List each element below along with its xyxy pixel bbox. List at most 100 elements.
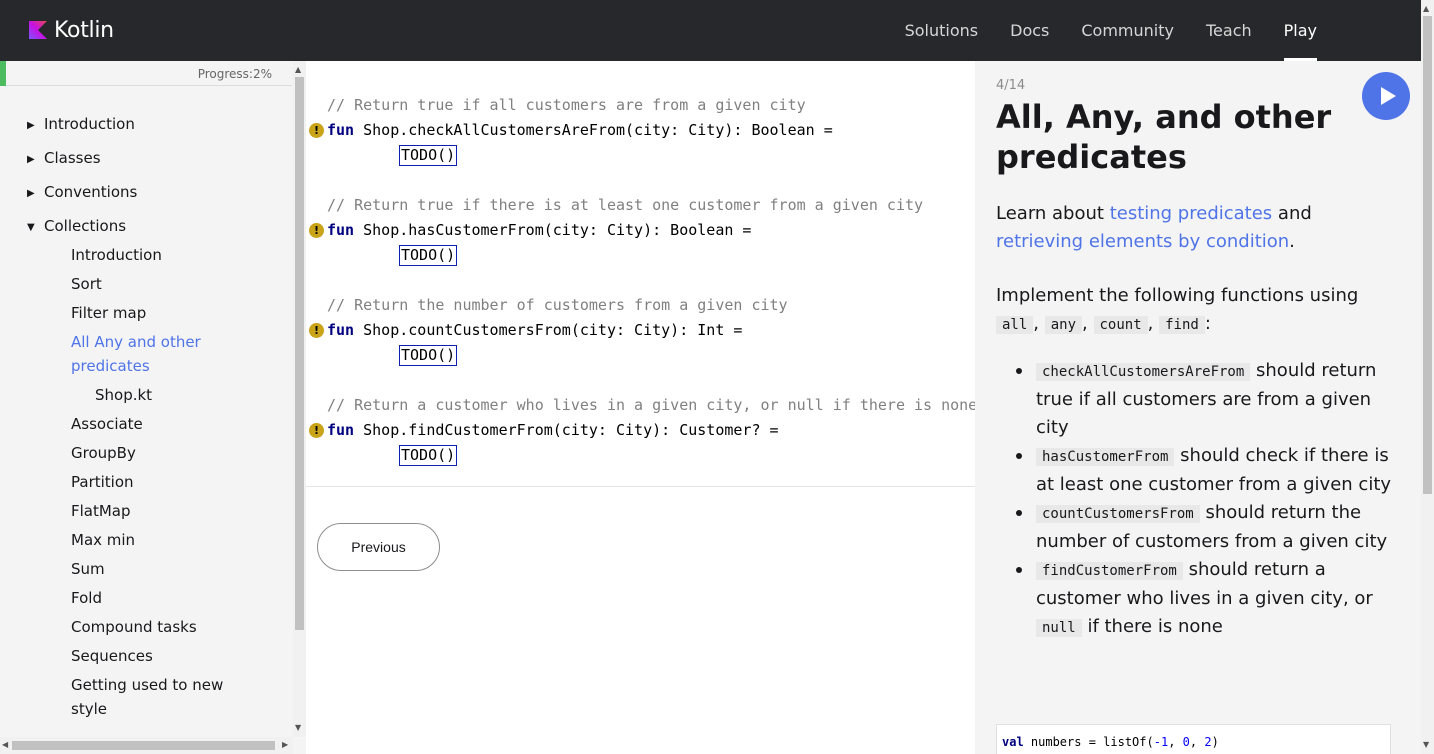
code-comment: // Return true if there is at least one … (327, 196, 924, 214)
implement-text: Implement the following functions using (996, 285, 1359, 306)
tree-item-sum[interactable]: Sum (71, 557, 105, 581)
sidebar-horizontal-scrollbar[interactable]: ◀ ▶ (0, 737, 293, 754)
tree-item-sort[interactable]: Sort (71, 272, 102, 296)
snippet-text: ) (1211, 735, 1219, 749)
tree-item-fold[interactable]: Fold (71, 586, 102, 610)
progress-bar: Progress:2% (0, 61, 292, 86)
nav-docs[interactable]: Docs (994, 0, 1065, 61)
nav-play[interactable]: Play (1268, 0, 1333, 61)
tree-item-sequences[interactable]: Sequences (71, 644, 153, 668)
run-play-icon[interactable] (1362, 72, 1410, 120)
inline-code: all (996, 316, 1034, 334)
nav-community[interactable]: Community (1065, 0, 1190, 61)
scroll-down-arrow-icon[interactable]: ▼ (1423, 740, 1429, 749)
code-signature[interactable]: fun Shop.hasCustomerFrom(city: City): Bo… (327, 220, 751, 240)
page-scrollbar-thumb[interactable] (1423, 16, 1432, 494)
code-keyword: fun (327, 121, 355, 139)
tree-item-classes[interactable]: Classes (44, 146, 101, 170)
inline-code: count (1093, 316, 1148, 334)
code-signature[interactable]: fun Shop.countCustomersFrom(city: City):… (327, 320, 742, 340)
kotlin-logo-icon (29, 21, 47, 39)
code-signature[interactable]: fun Shop.checkAllCustomersAreFrom(city: … (327, 120, 833, 140)
snippet-keyword: val (1002, 735, 1024, 749)
tree-item-filter-map[interactable]: Filter map (71, 301, 146, 325)
nav-solutions[interactable]: Solutions (889, 0, 995, 61)
inline-code: find (1159, 316, 1205, 334)
course-sidebar: Progress:2% ▶ Introduction ▶ Classes ▶ C… (0, 61, 306, 754)
tree-item-collections[interactable]: Collections (44, 214, 126, 238)
list-item: findCustomerFrom should return a custome… (1016, 556, 1396, 642)
caret-right-icon[interactable]: ▶ (27, 188, 35, 199)
tree-item-partition[interactable]: Partition (71, 470, 134, 494)
inline-code: checkAllCustomersAreFrom (1036, 363, 1251, 381)
tree-item-collections-introduction[interactable]: Introduction (71, 243, 162, 267)
code-comment: // Return the number of customers from a… (327, 296, 788, 314)
snippet-text: , (1168, 735, 1183, 749)
task-title: All, Any, and other predicates (996, 98, 1332, 176)
intro-text: and (1272, 203, 1312, 224)
step-counter: 4/14 (996, 78, 1026, 93)
link-retrieving-elements[interactable]: retrieving elements by condition (996, 231, 1289, 252)
page-scrollbar[interactable]: ▲ ▼ (1421, 0, 1434, 754)
bullet-icon (1016, 510, 1022, 516)
scroll-right-arrow-icon[interactable]: ▶ (282, 740, 288, 749)
intro-paragraph: Learn about testing predicates and retri… (996, 200, 1396, 256)
tree-item-getting-used-to-new-style[interactable]: Getting used to new style (71, 673, 251, 721)
bullet-icon (1016, 453, 1022, 459)
todo-placeholder[interactable]: TODO() (399, 245, 458, 266)
tree-item-max-min[interactable]: Max min (71, 528, 135, 552)
code-keyword: fun (327, 421, 355, 439)
tree-item-conventions[interactable]: Conventions (44, 180, 137, 204)
warning-icon[interactable]: ! (309, 123, 324, 138)
progress-text: Progress:2% (197, 67, 272, 81)
sidebar-hscrollbar-thumb[interactable] (12, 741, 275, 750)
scroll-down-arrow-icon[interactable]: ▼ (295, 723, 301, 732)
todo-placeholder[interactable]: TODO() (399, 145, 458, 166)
inline-code: any (1044, 316, 1083, 334)
tree-item-shop-kt[interactable]: Shop.kt (95, 383, 152, 407)
warning-icon[interactable]: ! (309, 223, 324, 238)
main-nav: Solutions Docs Community Teach Play (889, 0, 1333, 61)
link-testing-predicates[interactable]: testing predicates (1110, 203, 1273, 224)
inline-code: hasCustomerFrom (1036, 448, 1175, 466)
snippet-number: 0 (1182, 735, 1190, 749)
kotlin-logo[interactable]: Kotlin (29, 17, 114, 43)
caret-right-icon[interactable]: ▶ (27, 120, 35, 131)
previous-button[interactable]: Previous (317, 523, 440, 571)
inline-code: findCustomerFrom (1036, 562, 1183, 580)
tree-item-all-any-predicates[interactable]: All Any and other predicates (71, 330, 241, 378)
tree-item-associate[interactable]: Associate (71, 412, 143, 436)
code-signature-text: Shop.checkAllCustomersAreFrom(city: City… (354, 121, 833, 139)
progress-fill (0, 61, 6, 86)
tree-item-introduction[interactable]: Introduction (44, 112, 135, 136)
inline-code: null (1036, 619, 1082, 637)
code-signature-text: Shop.findCustomerFrom(city: City): Custo… (354, 421, 779, 439)
sidebar-scrollbar-thumb[interactable] (295, 77, 304, 630)
caret-down-icon[interactable]: ▼ (27, 222, 35, 233)
nav-teach[interactable]: Teach (1190, 0, 1268, 61)
tree-item-groupby[interactable]: GroupBy (71, 441, 136, 465)
code-keyword: fun (327, 321, 355, 339)
snippet-number: 2 (1204, 735, 1212, 749)
logo-text: Kotlin (54, 17, 114, 43)
caret-right-icon[interactable]: ▶ (27, 154, 35, 165)
warning-icon[interactable]: ! (309, 423, 324, 438)
code-keyword: fun (327, 221, 355, 239)
warning-icon[interactable]: ! (309, 323, 324, 338)
intro-text: . (1289, 231, 1295, 252)
top-navigation-bar: Kotlin Solutions Docs Community Teach Pl… (0, 0, 1421, 61)
scroll-left-arrow-icon[interactable]: ◀ (2, 740, 8, 749)
code-editor[interactable]: // Return true if all customers are from… (306, 61, 975, 487)
tree-item-flatmap[interactable]: FlatMap (71, 499, 131, 523)
list-item: countCustomersFrom should return the num… (1016, 499, 1396, 556)
code-comment: // Return true if all customers are from… (327, 96, 806, 114)
scroll-up-arrow-icon[interactable]: ▲ (295, 65, 301, 74)
tree-item-compound-tasks[interactable]: Compound tasks (71, 615, 197, 639)
scroll-up-arrow-icon[interactable]: ▲ (1423, 4, 1429, 13)
snippet-text: , (1189, 735, 1205, 749)
todo-placeholder[interactable]: TODO() (399, 345, 458, 366)
implement-paragraph: Implement the following functions using a… (996, 285, 1359, 334)
code-signature[interactable]: fun Shop.findCustomerFrom(city: City): C… (327, 420, 779, 440)
sidebar-vertical-scrollbar[interactable]: ▲ ▼ (293, 61, 306, 737)
todo-placeholder[interactable]: TODO() (399, 445, 458, 466)
